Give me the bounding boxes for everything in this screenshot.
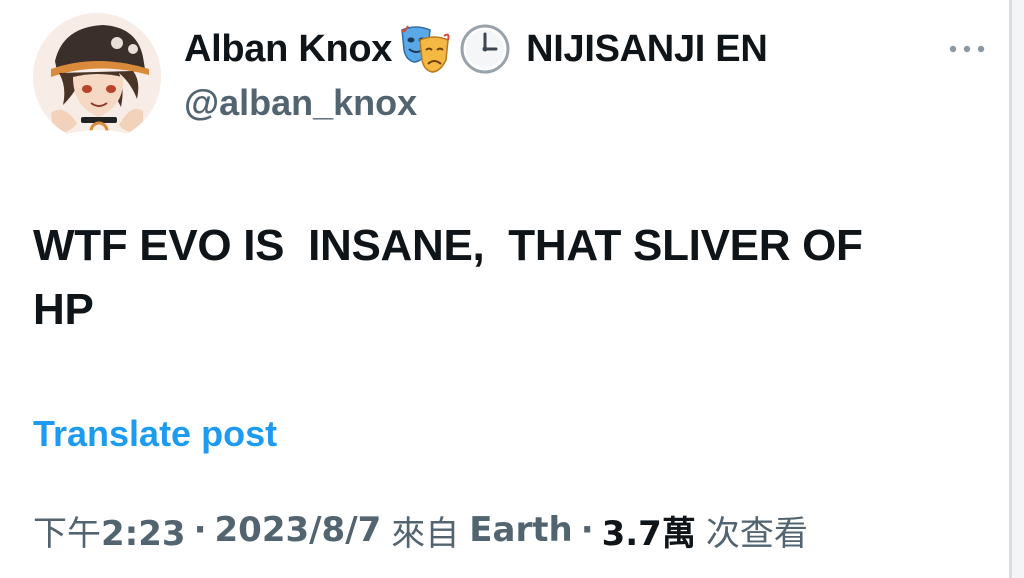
source-prefix: 來自 [391, 513, 460, 554]
time-value: 2:23 [101, 513, 186, 554]
more-button[interactable] [942, 34, 992, 64]
tweet-text: WTF EVO IS INSANE, THAT SLIVER OF HP [33, 221, 863, 334]
avatar[interactable] [33, 13, 161, 141]
performing-arts-icon [398, 22, 452, 76]
date-value[interactable]: 2023/8/7 [215, 510, 382, 550]
translate-post-link[interactable]: Translate post [33, 413, 277, 455]
meta-separator: · [580, 510, 594, 550]
display-name[interactable]: Alban Knox [184, 28, 392, 71]
timestamp-link[interactable]: 下午2:23 [33, 506, 186, 555]
tweet-card: Alban Knox NIJISANJI EN @alban_knox WTF … [0, 0, 1012, 578]
views-label: 次查看 [705, 513, 808, 554]
more-horizontal-icon [949, 45, 985, 53]
clock-icon [458, 22, 512, 76]
views-count[interactable]: 3.7萬 [602, 506, 696, 555]
avatar-icon [33, 13, 161, 141]
author-name-row[interactable]: Alban Knox NIJISANJI EN [184, 22, 768, 76]
time-prefix: 下午 [33, 513, 101, 554]
author-handle[interactable]: @alban_knox [184, 82, 417, 124]
affiliation-label[interactable]: NIJISANJI EN [526, 28, 768, 71]
tweet-metadata: 下午2:23 · 2023/8/7 來自 Earth · 3.7萬 次查看 [33, 505, 808, 555]
meta-separator: · [193, 510, 207, 550]
panel-edge [1012, 0, 1024, 578]
source-value: Earth [469, 510, 573, 550]
